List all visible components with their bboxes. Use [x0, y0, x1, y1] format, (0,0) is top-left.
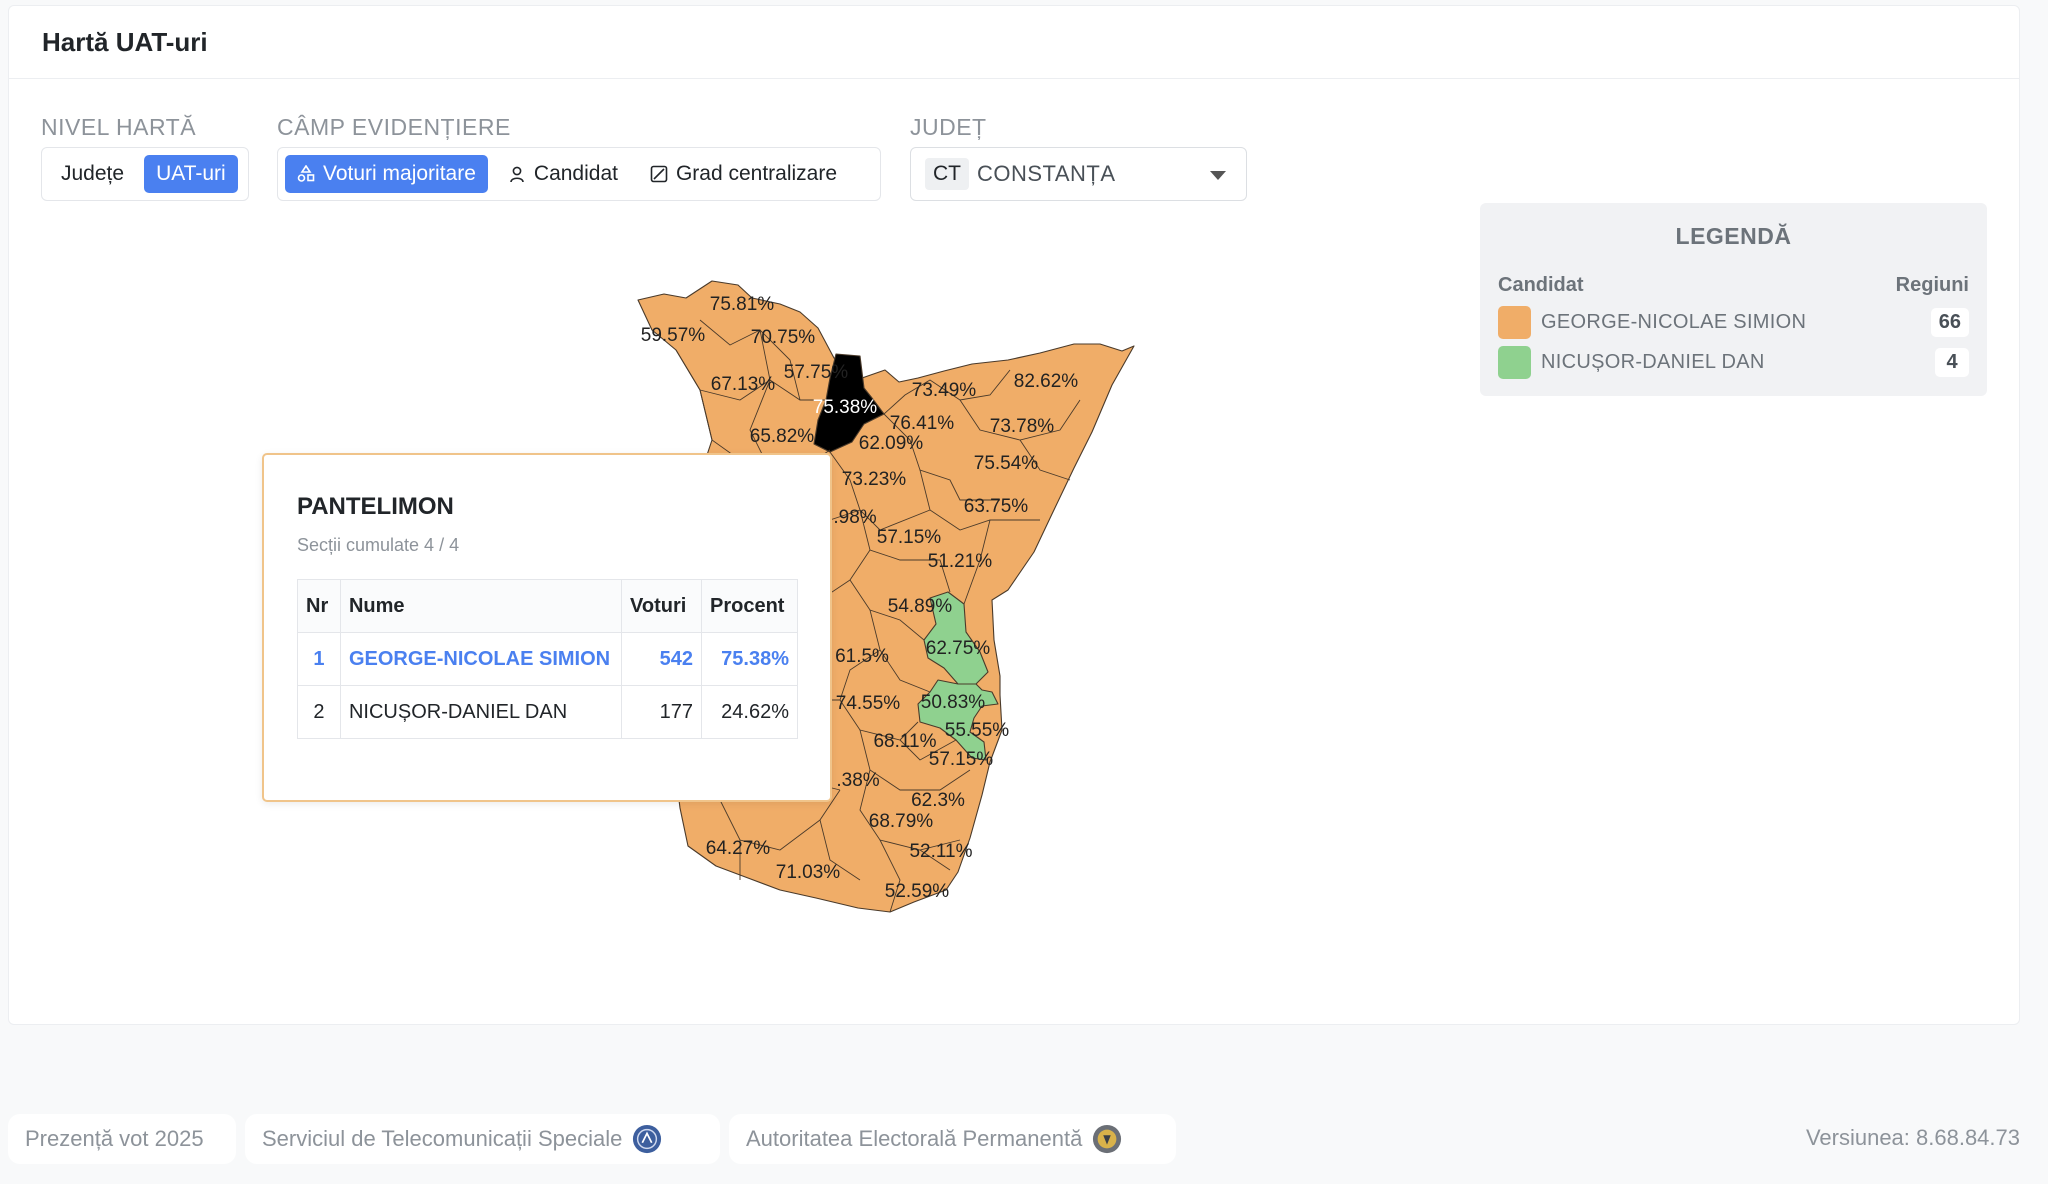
row-votes: 542	[621, 632, 702, 686]
legend-col-regions: Regiuni	[1895, 274, 1969, 296]
map-label: 54.89%	[888, 596, 953, 617]
app-version: Versiunea: 8.68.84.73	[1805, 1125, 2020, 1150]
map-label: 73.78%	[990, 416, 1055, 437]
map-label: 64.27%	[706, 838, 771, 859]
row-votes: 177	[621, 685, 702, 739]
table-header-row: Nr Nume Voturi Procent	[297, 579, 798, 633]
footer-turnout-label: Prezență vot 2025	[25, 1126, 204, 1151]
map-label: 62.09%	[859, 433, 924, 454]
map-label: 75.38%	[813, 397, 878, 418]
legend-item-simion[interactable]: GEORGE-NICOLAE SIMION 66	[1498, 305, 1969, 339]
legend-swatch	[1498, 305, 1531, 339]
map-label: 62.75%	[926, 638, 991, 659]
legend-item-count: 66	[1930, 307, 1969, 337]
map-label: 55.55%	[945, 720, 1010, 741]
map-label: 74.55%	[836, 693, 901, 714]
legend-swatch	[1498, 345, 1531, 379]
map-label: 62.3%	[911, 790, 965, 811]
col-percent: Procent	[701, 579, 798, 633]
legend-item-count: 4	[1935, 347, 1969, 377]
tooltip-subtitle: Secții cumulate 4 / 4	[297, 535, 460, 555]
map-label: 65.82%	[750, 426, 815, 447]
map-label: 59.57%	[641, 325, 706, 346]
row-nr: 1	[297, 632, 341, 686]
footer-link-aep[interactable]: Autoritatea Electorală Permanentă	[729, 1114, 1176, 1164]
row-name: NICUȘOR-DANIEL DAN	[339, 685, 623, 739]
map-label: 52.11%	[909, 841, 972, 862]
table-row: 1 GEORGE-NICOLAE SIMION 542 75.38%	[297, 632, 798, 686]
legend-item-label: GEORGE-NICOLAE SIMION	[1541, 310, 1807, 333]
map-label: 76.41%	[890, 413, 955, 434]
map-label: 75.81%	[710, 294, 775, 315]
col-name: Nume	[339, 579, 623, 633]
aep-logo-icon	[1093, 1124, 1122, 1154]
footer-sts-label: Serviciul de Telecomunicații Speciale	[262, 1126, 623, 1151]
map-label: 71.03%	[776, 862, 841, 883]
row-nr: 2	[297, 685, 341, 739]
footer-aep-label: Autoritatea Electorală Permanentă	[746, 1126, 1083, 1151]
map-label: 63.75%	[964, 496, 1029, 517]
map-label: 75.54%	[974, 453, 1039, 474]
legend-panel: LEGENDĂ Candidat Regiuni GEORGE-NICOLAE …	[1480, 203, 1987, 396]
tooltip-title: PANTELIMON	[297, 493, 454, 520]
uat-tooltip: PANTELIMON Secții cumulate 4 / 4 Nr Nume…	[262, 453, 832, 802]
row-percent: 24.62%	[701, 685, 798, 739]
map-label: .98%	[833, 507, 876, 528]
col-nr: Nr	[297, 579, 341, 633]
legend-header: Candidat Regiuni	[1498, 274, 1969, 297]
map-label: 68.11%	[873, 731, 936, 752]
sts-logo-icon	[633, 1124, 662, 1154]
legend-item-dan[interactable]: NICUȘOR-DANIEL DAN 4	[1498, 345, 1969, 379]
results-table: Nr Nume Voturi Procent 1 GEORGE-NICOLAE …	[297, 579, 798, 739]
footer-link-turnout[interactable]: Prezență vot 2025	[8, 1114, 236, 1164]
row-name: GEORGE-NICOLAE SIMION	[339, 632, 623, 686]
map-label: 57.75%	[784, 362, 849, 383]
map-label: 61.5%	[835, 646, 889, 667]
map-label: 82.62%	[1014, 371, 1079, 392]
footer-link-sts[interactable]: Serviciul de Telecomunicații Speciale	[245, 1114, 720, 1164]
map-label: 57.15%	[929, 749, 994, 770]
table-row: 2 NICUȘOR-DANIEL DAN 177 24.62%	[297, 685, 798, 739]
map-label: 68.79%	[869, 811, 934, 832]
map-label: 73.49%	[912, 380, 977, 401]
row-percent: 75.38%	[701, 632, 798, 686]
map-label: 73.23%	[842, 469, 907, 490]
map-label: .38%	[836, 770, 879, 791]
map-label: 57.15%	[877, 527, 942, 548]
map-label: 51.21%	[928, 551, 993, 572]
map-label: 67.13%	[711, 374, 776, 395]
legend-item-label: NICUȘOR-DANIEL DAN	[1541, 350, 1765, 373]
map-label: 52.59%	[885, 881, 950, 902]
legend-col-candidate: Candidat	[1498, 274, 1584, 296]
map-label: 70.75%	[751, 327, 816, 348]
col-votes: Voturi	[621, 579, 702, 633]
legend-title: LEGENDĂ	[1675, 223, 1792, 249]
map-label: 50.83%	[921, 692, 986, 713]
